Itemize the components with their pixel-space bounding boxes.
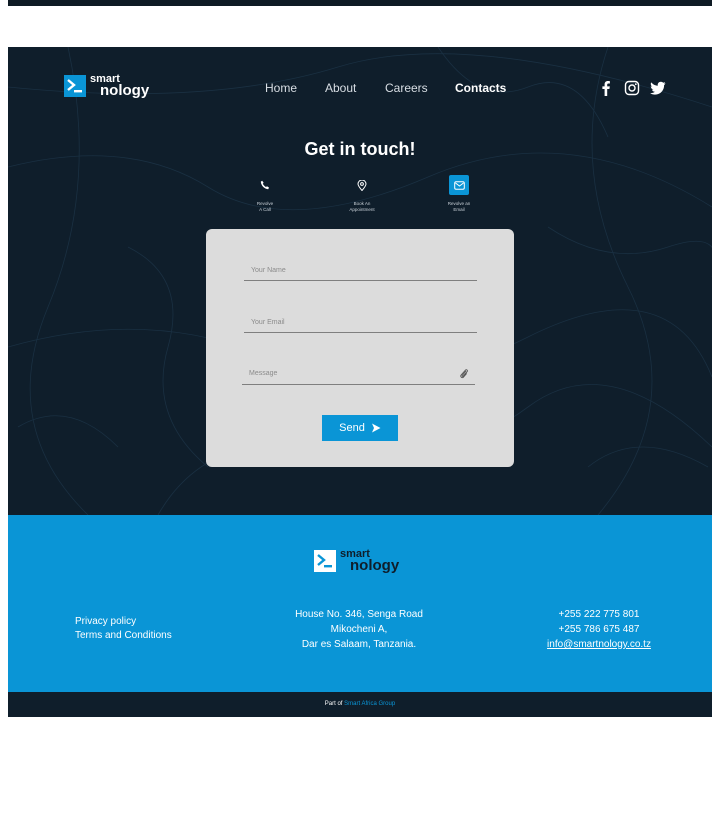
smart-africa-group-link[interactable]: Smart Africa Group — [344, 701, 395, 707]
paperclip-icon[interactable] — [459, 368, 469, 380]
logo-wordmark: smart nology — [90, 73, 150, 99]
terms-link[interactable]: Terms and Conditions — [75, 629, 172, 643]
header-logo[interactable]: smart nology — [64, 73, 150, 99]
envelope-icon — [449, 175, 469, 195]
instagram-icon[interactable] — [624, 80, 640, 96]
option-appointment[interactable]: Book An Appointment — [332, 175, 392, 213]
top-strip — [8, 0, 712, 6]
phone-2: +255 786 675 487 — [558, 624, 640, 635]
option-call-label: Revolve A Call — [256, 201, 274, 212]
nav-home[interactable]: Home — [265, 81, 297, 95]
hero-section: smart nology Home About Careers Contacts… — [8, 47, 712, 515]
name-field[interactable]: Your Name — [244, 267, 477, 281]
location-pin-icon — [352, 175, 372, 195]
footer-logo-mark — [314, 550, 336, 572]
footer-logo[interactable]: smart nology — [314, 548, 400, 574]
contact-page: smart nology Home About Careers Contacts… — [8, 47, 712, 717]
footer-contact: +255 222 775 801 +255 786 675 487 info@s… — [524, 607, 674, 652]
nav-about[interactable]: About — [325, 81, 356, 95]
message-field-placeholder: Message — [249, 370, 278, 377]
email-field[interactable]: Your Email — [244, 319, 477, 333]
footer-logo-wordmark: smart nology — [340, 548, 400, 574]
nav-careers[interactable]: Careers — [385, 81, 428, 95]
footer: smart nology Privacy policy Terms and Co… — [8, 515, 712, 692]
phone-icon — [255, 175, 275, 195]
name-field-placeholder: Your Name — [251, 267, 286, 274]
arrow-right-icon — [371, 423, 381, 433]
send-button[interactable]: Send — [322, 415, 398, 441]
logo-mark — [64, 75, 86, 97]
footer-links: Privacy policy Terms and Conditions — [75, 615, 172, 643]
contact-form-card: Your Name Your Email Message Send — [206, 229, 514, 467]
email-field-placeholder: Your Email — [251, 319, 285, 326]
facebook-icon[interactable] — [598, 80, 614, 96]
phone-1: +255 222 775 801 — [558, 609, 640, 620]
message-field[interactable]: Message — [242, 368, 475, 385]
option-call[interactable]: Revolve A Call — [235, 175, 295, 213]
nav-contacts[interactable]: Contacts — [455, 81, 506, 95]
bottom-bar-prefix: Part of — [324, 701, 343, 707]
send-button-label: Send — [339, 422, 365, 434]
email-link[interactable]: info@smartnology.co.tz — [524, 637, 674, 652]
option-appointment-label: Book An Appointment — [349, 201, 375, 212]
prompt-icon — [317, 554, 332, 568]
page-title: Get in touch! — [304, 139, 416, 159]
prompt-icon — [67, 79, 82, 93]
footer-address: House No. 346, Senga Road Mikocheni A, D… — [295, 609, 423, 650]
option-email[interactable]: Revolve an Email — [429, 175, 489, 213]
bottom-bar: Part of Smart Africa Group — [8, 692, 712, 717]
privacy-policy-link[interactable]: Privacy policy — [75, 615, 172, 629]
option-email-label: Revolve an Email — [447, 201, 471, 212]
twitter-icon[interactable] — [650, 80, 666, 96]
